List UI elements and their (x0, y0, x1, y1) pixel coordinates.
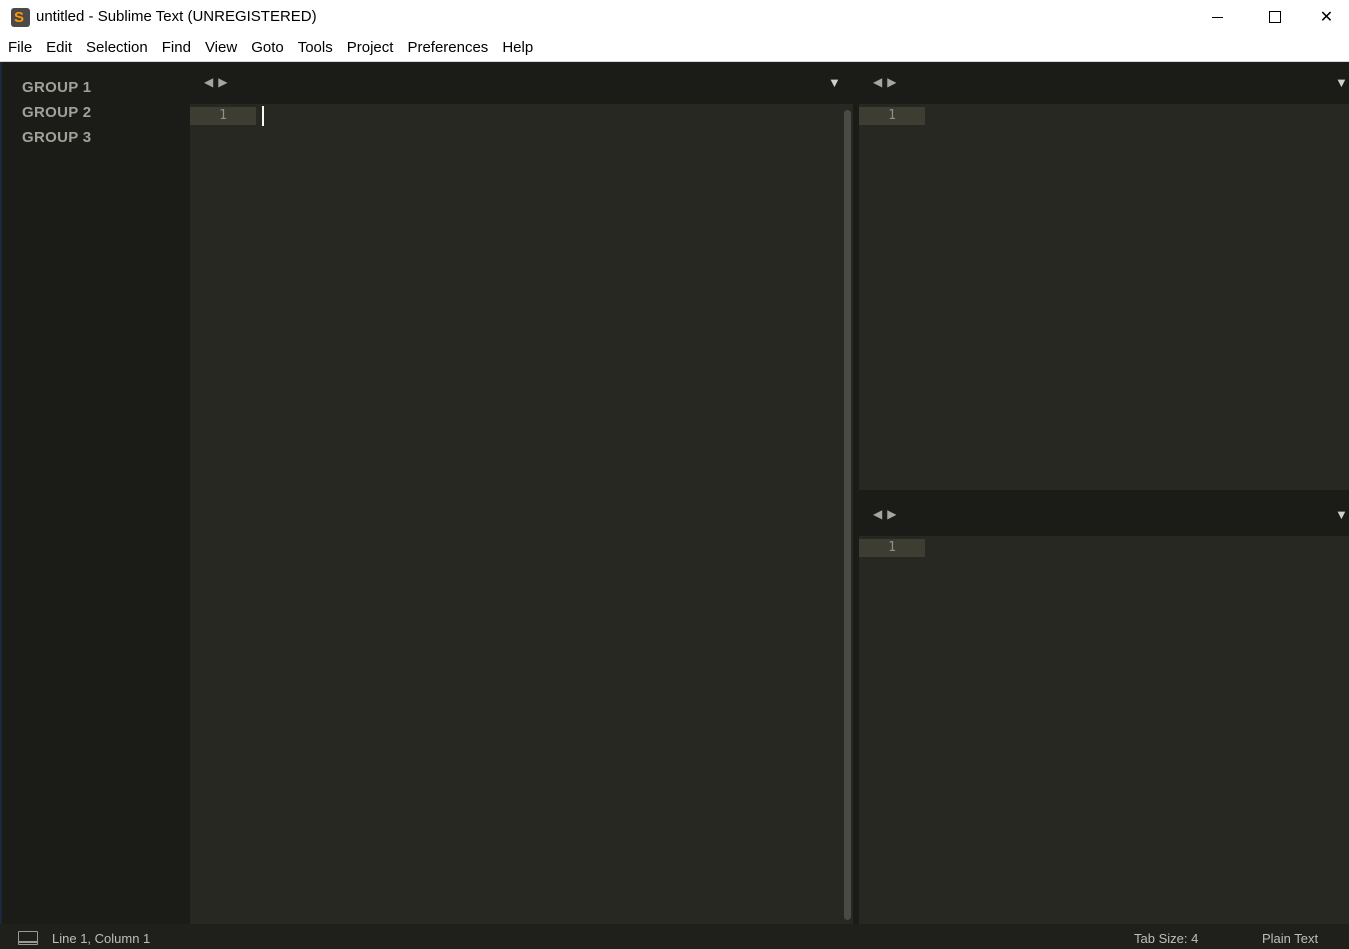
tab-scroll-left-icon[interactable]: ◀ (873, 507, 882, 521)
toggle-panel-icon[interactable] (18, 931, 38, 945)
syntax-indicator[interactable]: Plain Text (1262, 931, 1318, 946)
tab-scroll-left-icon[interactable]: ◀ (204, 75, 213, 89)
tab-scroll-right-icon[interactable]: ▶ (887, 507, 896, 521)
menu-find[interactable]: Find (162, 39, 191, 56)
app-icon-glyph: S (14, 9, 25, 26)
group-3-tab-nav: ◀ ▶ (873, 507, 896, 521)
menu-file[interactable]: File (8, 39, 32, 56)
tab-scroll-right-icon[interactable]: ▶ (218, 75, 227, 89)
group-1-tab-nav: ◀ ▶ (204, 75, 227, 89)
group-2-tab-nav: ◀ ▶ (873, 75, 896, 89)
group-1-tab-bar: ◀ ▶ ▼ (190, 62, 853, 104)
line-number: 1 (888, 540, 896, 555)
tab-list-dropdown-icon[interactable]: ▼ (1335, 507, 1348, 522)
menu-help[interactable]: Help (502, 39, 533, 56)
vertical-scrollbar[interactable] (844, 110, 851, 920)
menu-goto[interactable]: Goto (251, 39, 284, 56)
tab-list-dropdown-icon[interactable]: ▼ (1335, 75, 1348, 90)
sidebar: GROUP 1 GROUP 2 GROUP 3 (2, 62, 190, 924)
minimize-button[interactable] (1188, 0, 1246, 34)
group-2-editor[interactable]: 1 (859, 104, 1349, 490)
tab-scroll-right-icon[interactable]: ▶ (887, 75, 896, 89)
group-3-tab-bar: ◀ ▶ ▼ (859, 494, 1349, 536)
maximize-icon (1269, 11, 1281, 23)
menu-tools[interactable]: Tools (298, 39, 333, 56)
text-cursor (262, 106, 264, 126)
maximize-button[interactable] (1246, 0, 1304, 34)
cursor-position: Line 1, Column 1 (52, 931, 151, 946)
title-bar: S untitled - Sublime Text (UNREGISTERED)… (0, 0, 1349, 34)
menu-preferences[interactable]: Preferences (407, 39, 488, 56)
group-3-editor[interactable]: 1 (859, 536, 1349, 924)
menu-selection[interactable]: Selection (86, 39, 148, 56)
menu-edit[interactable]: Edit (46, 39, 72, 56)
close-button[interactable]: ✕ (1304, 0, 1349, 34)
sidebar-group-1[interactable]: GROUP 1 (22, 79, 91, 96)
tab-size-indicator[interactable]: Tab Size: 4 (1134, 931, 1198, 946)
menu-project[interactable]: Project (347, 39, 394, 56)
line-number: 1 (219, 108, 227, 123)
sidebar-group-3[interactable]: GROUP 3 (22, 129, 91, 146)
status-bar: Line 1, Column 1 Tab Size: 4 Plain Text (0, 924, 1349, 949)
group-1-editor[interactable]: 1 (190, 104, 853, 924)
window-title: untitled - Sublime Text (UNREGISTERED) (36, 8, 317, 25)
sidebar-group-2[interactable]: GROUP 2 (22, 104, 91, 121)
tab-scroll-left-icon[interactable]: ◀ (873, 75, 882, 89)
menu-view[interactable]: View (205, 39, 237, 56)
line-number: 1 (888, 108, 896, 123)
close-icon: ✕ (1319, 9, 1334, 26)
minimize-icon (1211, 16, 1223, 18)
sublime-text-app-icon: S (11, 8, 30, 27)
group-2-tab-bar: ◀ ▶ ▼ (859, 62, 1349, 104)
tab-list-dropdown-icon[interactable]: ▼ (828, 75, 841, 90)
menu-bar: File Edit Selection Find View Goto Tools… (0, 34, 1349, 62)
